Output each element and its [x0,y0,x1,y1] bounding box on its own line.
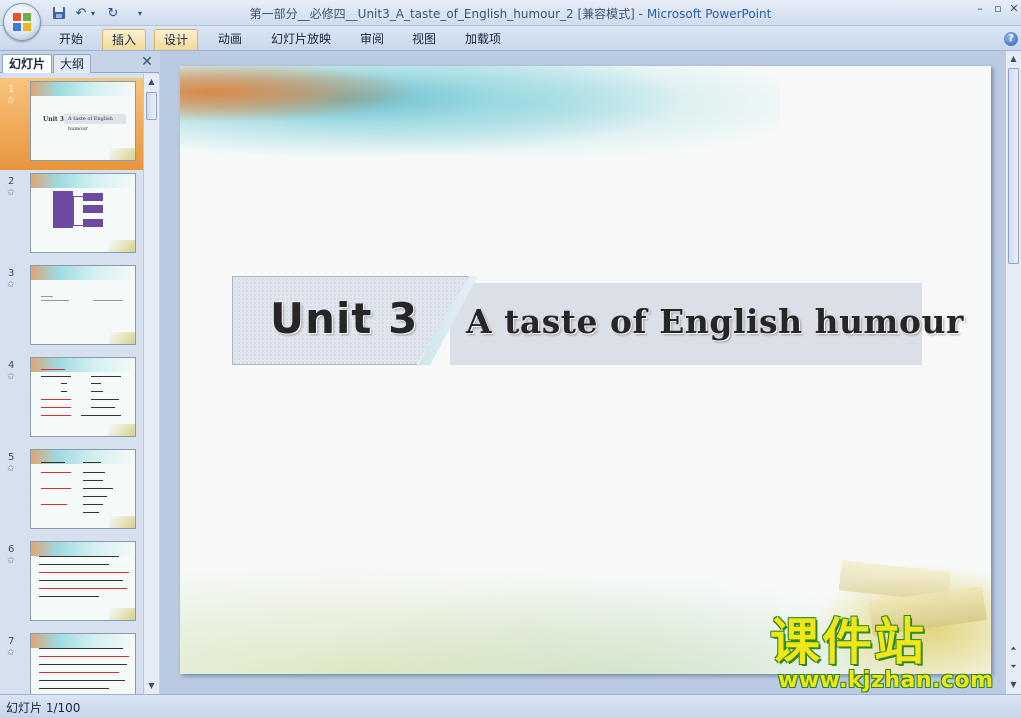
tab-animation[interactable]: 动画 [210,29,250,50]
tab-insert[interactable]: 插入 [102,29,146,50]
scroll-up-icon[interactable]: ▲ [144,74,159,89]
scroll-up-icon[interactable]: ▲ [1006,51,1021,66]
tab-view[interactable]: 视图 [404,29,444,50]
slide-number: 7 [8,636,15,647]
tab-design[interactable]: 设计 [154,29,198,50]
panel-tabs: 幻灯片 大纲 ✕ [0,51,159,73]
thumbnail-scrollbar[interactable]: ▲ ▼ [143,74,159,694]
slide-thumbnail-7[interactable]: 7 ✩ [0,630,143,694]
slide-number: 3 [8,268,15,279]
slide-thumbnail-2[interactable]: 2 ✩ [0,170,143,262]
scroll-down-icon[interactable]: ▼ [1006,677,1021,692]
slide-thumbnail-1[interactable]: 1 ✩ Unit 3 A taste of English humour [0,78,143,170]
minimize-icon[interactable]: – [970,2,990,16]
star-icon: ✩ [7,188,15,198]
office-button[interactable] [3,3,41,41]
title-bar: ↶ ▾ ↻ ▾ 第一部分__必修四__Unit3_A_taste_of_Engl… [0,0,1021,26]
tab-home[interactable]: 开始 [52,29,90,50]
scroll-thumb[interactable] [1008,68,1019,264]
editor-scrollbar[interactable]: ▲ ⏶ ⏷ ▼ [1005,51,1021,694]
slide-thumbnail-4[interactable]: 4 ✩ [0,354,143,446]
unit-heading[interactable]: Unit 3 [270,294,418,343]
status-bar: 幻灯片 1/100 [0,694,1021,718]
slide-number: 6 [8,544,15,555]
thumbnail-title-text: A taste of English humour [64,114,126,132]
document-name: 第一部分__必修四__Unit3_A_taste_of_English_humo… [249,7,635,21]
star-icon: ✩ [7,96,15,106]
thumbnail-image [30,541,136,621]
thumbnail-image [30,265,136,345]
app-name: Microsoft PowerPoint [646,7,772,21]
scroll-thumb[interactable] [146,92,157,120]
thumbnail-image [30,173,136,253]
thumbnail-image [30,633,136,694]
tab-slideshow[interactable]: 幻灯片放映 [262,29,340,50]
close-icon[interactable]: ✕ [139,54,155,70]
tab-review[interactable]: 审阅 [352,29,392,50]
next-slide-icon[interactable]: ⏷ [1006,659,1021,674]
slide-counter: 幻灯片 1/100 [6,701,81,715]
ribbon-tabs: 开始 插入 设计 动画 幻灯片放映 审阅 视图 加载项 [0,26,1021,51]
slide-number: 4 [8,360,15,371]
close-icon[interactable]: ✕ [1004,2,1021,16]
slide-canvas[interactable]: Unit 3 A taste of English humour [180,66,991,674]
tab-outline[interactable]: 大纲 [53,54,92,73]
star-icon: ✩ [7,464,15,474]
thumbnail-image [30,357,136,437]
tab-addins[interactable]: 加载项 [456,29,510,50]
thumbnail-image [30,449,136,529]
previous-slide-icon[interactable]: ⏶ [1006,641,1021,656]
slides-panel: 幻灯片 大纲 ✕ 1 ✩ Unit 3 A taste of English h… [0,51,159,694]
star-icon: ✩ [7,556,15,566]
tab-slides[interactable]: 幻灯片 [2,54,53,73]
slide-thumbnail-3[interactable]: 3 ✩ [0,262,143,354]
star-icon: ✩ [7,648,15,658]
scroll-down-icon[interactable]: ▼ [144,678,159,693]
title-separator: - [634,7,647,21]
watercolor-top [180,66,780,176]
star-icon: ✩ [7,372,15,382]
help-icon[interactable]: ? [1004,32,1018,46]
slide-thumbnail-5[interactable]: 5 ✩ [0,446,143,538]
slide-title[interactable]: A taste of English humour [466,302,964,341]
slide-thumbnails: 1 ✩ Unit 3 A taste of English humour 2 ✩… [0,74,143,694]
window-title: 第一部分__必修四__Unit3_A_taste_of_English_humo… [0,5,1021,22]
thumbnail-image: Unit 3 A taste of English humour [30,81,136,161]
watermark-logo: 课件站 [770,613,926,671]
thumbnail-unit-text: Unit 3 [43,116,64,123]
star-icon: ✩ [7,280,15,290]
office-button-icon [13,13,31,31]
slide-editor: Unit 3 A taste of English humour [160,51,1005,694]
slide-thumbnail-6[interactable]: 6 ✩ [0,538,143,630]
slide-number: 2 [8,176,15,187]
slide-number: 5 [8,452,15,463]
slide-number: 1 [8,84,15,95]
watermark-url: www.kjzhan.com [778,668,994,693]
